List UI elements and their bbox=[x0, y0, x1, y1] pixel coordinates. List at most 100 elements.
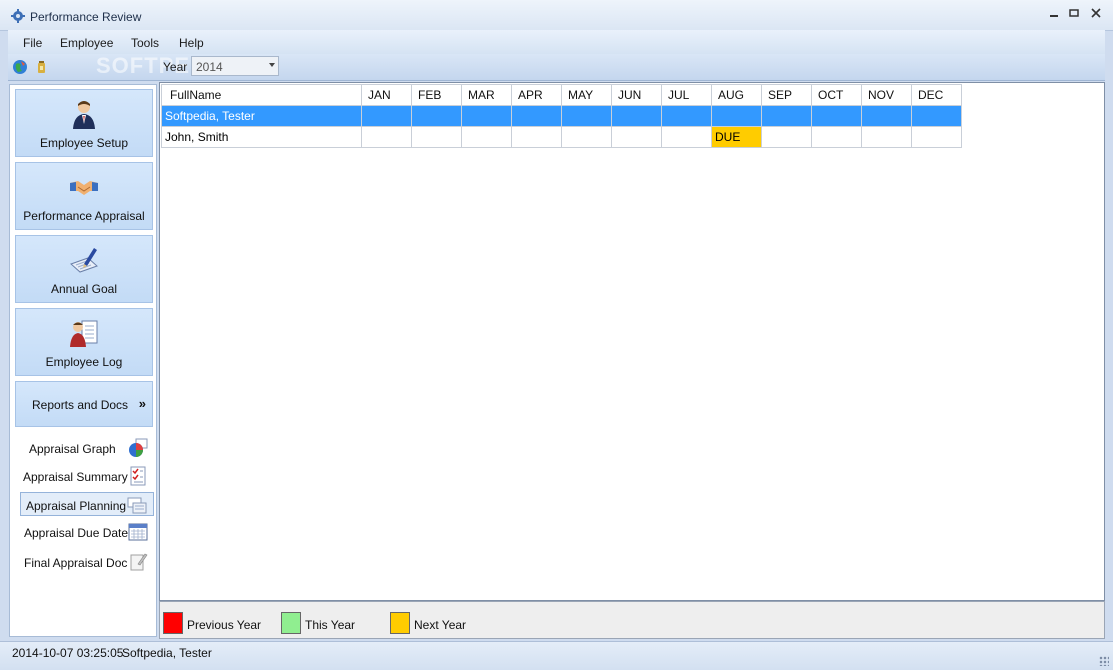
legend-label-previous-year: Previous Year bbox=[187, 618, 262, 632]
cell-jan[interactable] bbox=[361, 126, 412, 148]
cell-mar[interactable] bbox=[461, 105, 512, 127]
menu-tools[interactable]: Tools bbox=[131, 36, 159, 50]
legend-label-this-year: This Year bbox=[305, 618, 356, 632]
sub-item-appraisal-graph[interactable]: Appraisal Graph bbox=[20, 436, 154, 460]
pen-notepad-icon bbox=[70, 248, 98, 273]
column-header-jun[interactable]: JUN bbox=[611, 84, 662, 106]
menu-bar: File Employee Tools Help bbox=[8, 30, 1105, 54]
cell-nov[interactable] bbox=[861, 126, 912, 148]
year-label: Year bbox=[163, 60, 188, 74]
sub-item-label: Appraisal Due Date bbox=[24, 526, 129, 540]
handshake-icon bbox=[70, 181, 98, 195]
minimize-button[interactable] bbox=[1046, 8, 1062, 22]
nav-performance-appraisal[interactable]: Performance Appraisal bbox=[15, 162, 153, 230]
toolbar: SOFTPEDIA Year 2014 bbox=[8, 53, 1105, 81]
cell-apr[interactable] bbox=[511, 105, 562, 127]
column-header-apr[interactable]: APR bbox=[511, 84, 562, 106]
menu-help[interactable]: Help bbox=[179, 36, 204, 50]
table-row[interactable]: Softpedia, Tester bbox=[161, 105, 962, 127]
column-header-jul[interactable]: JUL bbox=[661, 84, 712, 106]
column-header-nov[interactable]: NOV bbox=[861, 84, 912, 106]
status-timestamp: 2014-10-07 03:25:05 bbox=[12, 646, 124, 660]
maximize-button[interactable] bbox=[1066, 8, 1082, 22]
grid-header-row: FullName JAN FEB MAR APR MAY JUN JUL AUG… bbox=[161, 84, 962, 106]
cell-may[interactable] bbox=[561, 126, 612, 148]
sub-item-label: Appraisal Graph bbox=[29, 442, 116, 456]
document-icon bbox=[130, 553, 148, 571]
globe-icon[interactable] bbox=[12, 59, 28, 75]
cell-nov[interactable] bbox=[861, 105, 912, 127]
close-button[interactable] bbox=[1088, 8, 1104, 22]
sub-item-label: Appraisal Summary bbox=[23, 470, 128, 484]
legend-swatch-next-year bbox=[390, 612, 410, 634]
maximize-icon bbox=[1069, 9, 1079, 17]
nav-employee-setup[interactable]: Employee Setup bbox=[15, 89, 153, 157]
cell-aug[interactable] bbox=[711, 105, 762, 127]
chevron-down-icon bbox=[269, 63, 275, 67]
cell-may[interactable] bbox=[561, 105, 612, 127]
nav-employee-log[interactable]: Employee Log bbox=[15, 308, 153, 376]
nav-performance-appraisal-label: Performance Appraisal bbox=[23, 209, 145, 223]
cell-jul[interactable] bbox=[661, 126, 712, 148]
column-header-oct[interactable]: OCT bbox=[811, 84, 862, 106]
cell-sep[interactable] bbox=[761, 126, 812, 148]
column-header-feb[interactable]: FEB bbox=[411, 84, 462, 106]
cell-mar[interactable] bbox=[461, 126, 512, 148]
jar-icon[interactable] bbox=[34, 59, 50, 75]
nav-employee-log-label: Employee Log bbox=[45, 355, 123, 369]
status-user: Softpedia, Tester bbox=[122, 646, 212, 660]
column-header-jan[interactable]: JAN bbox=[361, 84, 412, 106]
cell-aug-due[interactable]: DUE bbox=[711, 126, 762, 148]
reports-and-docs-label: Reports and Docs bbox=[32, 398, 129, 412]
cell-jul[interactable] bbox=[661, 105, 712, 127]
legend-label-next-year: Next Year bbox=[414, 618, 467, 632]
cell-jun[interactable] bbox=[611, 105, 662, 127]
sub-item-appraisal-due-date[interactable]: Appraisal Due Date bbox=[20, 520, 154, 544]
column-header-fullname[interactable]: FullName bbox=[161, 84, 362, 106]
cell-feb[interactable] bbox=[411, 126, 462, 148]
cell-oct[interactable] bbox=[811, 126, 862, 148]
cell-jan[interactable] bbox=[361, 105, 412, 127]
sub-item-appraisal-summary[interactable]: Appraisal Summary bbox=[20, 464, 154, 488]
resize-grip-icon[interactable] bbox=[1099, 656, 1109, 666]
status-bar: 2014-10-07 03:25:05 Softpedia, Tester bbox=[0, 641, 1113, 670]
app-gear-icon bbox=[11, 9, 25, 23]
cell-jun[interactable] bbox=[611, 126, 662, 148]
menu-file[interactable]: File bbox=[23, 36, 42, 50]
employee-icon bbox=[73, 101, 95, 129]
sub-item-label: Appraisal Planning bbox=[26, 499, 127, 513]
year-select[interactable]: 2014 bbox=[191, 56, 279, 76]
legend-swatch-this-year bbox=[281, 612, 301, 634]
column-header-sep[interactable]: SEP bbox=[761, 84, 812, 106]
double-chevron-icon: » bbox=[138, 396, 146, 411]
cell-dec[interactable] bbox=[911, 126, 962, 148]
cell-dec[interactable] bbox=[911, 105, 962, 127]
column-header-mar[interactable]: MAR bbox=[461, 84, 512, 106]
cell-feb[interactable] bbox=[411, 105, 462, 127]
checklist-icon bbox=[130, 466, 146, 486]
planning-grid: FullName JAN FEB MAR APR MAY JUN JUL AUG… bbox=[161, 84, 962, 148]
column-header-may[interactable]: MAY bbox=[561, 84, 612, 106]
minimize-icon bbox=[1050, 15, 1058, 17]
pie-chart-icon bbox=[129, 438, 148, 457]
window-title: Performance Review bbox=[30, 10, 142, 24]
cell-fullname[interactable]: John, Smith bbox=[161, 126, 362, 148]
cell-apr[interactable] bbox=[511, 126, 562, 148]
cell-oct[interactable] bbox=[811, 105, 862, 127]
close-icon bbox=[1091, 8, 1101, 18]
menu-employee[interactable]: Employee bbox=[60, 36, 113, 50]
legend-swatch-previous-year bbox=[163, 612, 183, 634]
sub-item-appraisal-planning[interactable]: Appraisal Planning bbox=[20, 492, 154, 516]
column-header-dec[interactable]: DEC bbox=[911, 84, 962, 106]
planning-icon bbox=[127, 497, 147, 514]
reports-and-docs-button[interactable]: Reports and Docs » bbox=[15, 381, 153, 427]
nav-employee-setup-label: Employee Setup bbox=[39, 136, 129, 150]
nav-annual-goal[interactable]: Annual Goal bbox=[15, 235, 153, 303]
title-bar: Performance Review bbox=[0, 0, 1113, 31]
sub-item-label: Final Appraisal Doc bbox=[24, 556, 128, 570]
sub-item-final-appraisal-doc[interactable]: Final Appraisal Doc bbox=[20, 550, 154, 574]
column-header-aug[interactable]: AUG bbox=[711, 84, 762, 106]
cell-fullname[interactable]: Softpedia, Tester bbox=[161, 105, 362, 127]
table-row[interactable]: John, Smith DUE bbox=[161, 126, 962, 148]
cell-sep[interactable] bbox=[761, 105, 812, 127]
